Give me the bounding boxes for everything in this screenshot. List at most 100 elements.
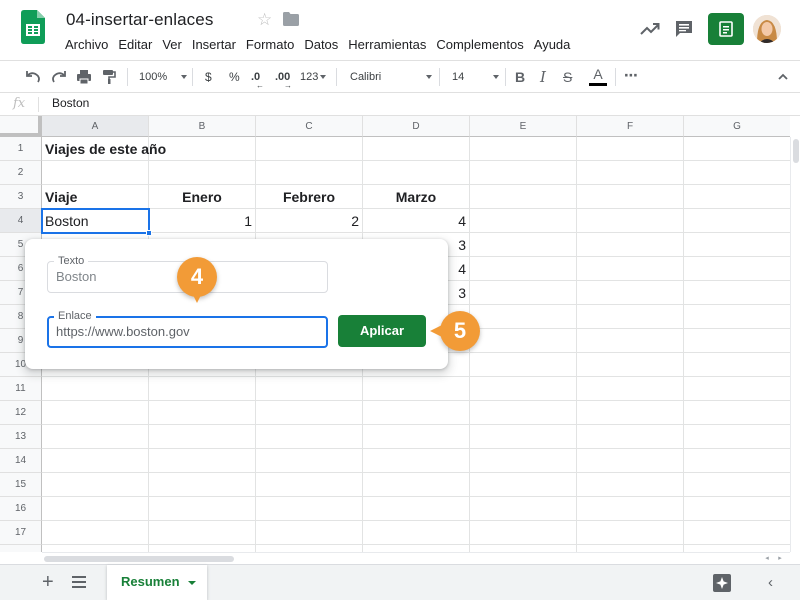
document-title[interactable]: 04-insertar-enlaces	[66, 10, 213, 30]
grid-cell[interactable]	[577, 353, 684, 377]
menu-formato[interactable]: Formato	[246, 37, 294, 52]
grid-cell[interactable]	[470, 329, 577, 353]
row-header-3[interactable]: 3	[0, 185, 42, 209]
grid-cell[interactable]	[470, 545, 577, 552]
grid-cell[interactable]	[470, 209, 577, 233]
grid-cell[interactable]	[42, 545, 149, 552]
sheet-tab-resumen[interactable]: Resumen	[107, 565, 207, 600]
grid-cell[interactable]	[256, 425, 363, 449]
side-panel-toggle-icon[interactable]: ‹	[768, 575, 773, 591]
grid-cell[interactable]	[577, 449, 684, 473]
grid-cell[interactable]	[470, 161, 577, 185]
chevron-down-icon[interactable]	[187, 580, 196, 585]
grid-cell[interactable]	[42, 161, 149, 185]
grid-cell[interactable]	[42, 401, 149, 425]
menu-ayuda[interactable]: Ayuda	[534, 37, 571, 52]
cell-a4[interactable]: Boston	[42, 209, 149, 233]
grid-cell[interactable]	[256, 521, 363, 545]
grid-cell[interactable]	[149, 161, 256, 185]
grid-cell[interactable]	[256, 449, 363, 473]
grid-cell[interactable]	[149, 545, 256, 552]
grid-cell[interactable]	[684, 377, 790, 401]
grid-cell[interactable]	[42, 521, 149, 545]
undo-icon[interactable]	[25, 69, 41, 85]
cell-b3[interactable]: Enero	[149, 185, 256, 209]
grid-cell[interactable]	[363, 377, 470, 401]
italic-icon[interactable]: I	[540, 69, 546, 85]
grid-cell[interactable]	[684, 209, 790, 233]
link-field[interactable]: Enlace https://www.boston.gov	[47, 309, 328, 348]
column-header-g[interactable]: G	[684, 116, 790, 137]
grid-cell[interactable]	[684, 305, 790, 329]
grid-cell[interactable]	[470, 185, 577, 209]
grid-cell[interactable]	[363, 401, 470, 425]
grid-cell[interactable]	[363, 137, 470, 161]
grid-cell[interactable]	[256, 377, 363, 401]
row-header-13[interactable]: 13	[0, 425, 42, 449]
bold-icon[interactable]: B	[515, 69, 525, 85]
comment-icon[interactable]	[675, 20, 693, 38]
menu-complementos[interactable]: Complementos	[436, 37, 523, 52]
horizontal-scroll-thumb[interactable]	[44, 556, 234, 562]
grid-cell[interactable]	[577, 401, 684, 425]
star-icon[interactable]: ☆	[257, 10, 272, 30]
scroll-right-icon[interactable]: ▸	[775, 554, 785, 564]
share-button[interactable]	[708, 13, 744, 45]
row-header-15[interactable]: 15	[0, 473, 42, 497]
grid-cell[interactable]	[470, 377, 577, 401]
trending-icon[interactable]	[640, 22, 660, 36]
fill-handle[interactable]	[146, 230, 152, 236]
grid-cell[interactable]	[577, 545, 684, 552]
grid-cell[interactable]	[577, 257, 684, 281]
cell-b4[interactable]: 1	[149, 209, 256, 233]
grid-cell[interactable]	[470, 449, 577, 473]
sheets-logo-icon[interactable]	[21, 10, 45, 44]
grid-cell[interactable]	[577, 473, 684, 497]
column-header-c[interactable]: C	[256, 116, 363, 137]
grid-cell[interactable]	[577, 521, 684, 545]
cell-d4[interactable]: 4	[363, 209, 470, 233]
apply-button[interactable]: Aplicar	[338, 315, 426, 347]
row-header-1[interactable]: 1	[0, 137, 42, 161]
row-header-16[interactable]: 16	[0, 497, 42, 521]
grid-cell[interactable]	[42, 425, 149, 449]
font-select[interactable]: Calibri	[350, 69, 432, 85]
grid-cell[interactable]	[363, 497, 470, 521]
grid-cell[interactable]	[470, 353, 577, 377]
paint-format-icon[interactable]	[101, 69, 117, 85]
folder-icon[interactable]	[283, 12, 299, 26]
grid-cell[interactable]	[577, 305, 684, 329]
row-header-12[interactable]: 12	[0, 401, 42, 425]
cell-a3[interactable]: Viaje	[42, 185, 149, 209]
grid-cell[interactable]	[363, 425, 470, 449]
grid-cell[interactable]	[256, 401, 363, 425]
grid-cell[interactable]	[470, 473, 577, 497]
decrease-decimals-button[interactable]: .0 ←	[251, 69, 264, 90]
grid-cell[interactable]	[256, 545, 363, 552]
grid-cell[interactable]	[149, 401, 256, 425]
grid-cell[interactable]	[684, 497, 790, 521]
horizontal-scrollbar[interactable]: ◂ ▸	[42, 552, 790, 564]
collapse-toolbar-icon[interactable]	[777, 69, 789, 85]
grid-cell[interactable]	[363, 521, 470, 545]
grid-cell[interactable]	[684, 353, 790, 377]
cell-c3[interactable]: Febrero	[256, 185, 363, 209]
grid-cell[interactable]	[256, 497, 363, 521]
grid-cell[interactable]	[42, 497, 149, 521]
add-sheet-icon[interactable]: +	[42, 570, 54, 594]
grid-cell[interactable]	[684, 449, 790, 473]
row-header-17[interactable]: 17	[0, 521, 42, 545]
grid-cell[interactable]	[577, 377, 684, 401]
row-header-11[interactable]: 11	[0, 377, 42, 401]
more-options-icon[interactable]: ⋯	[624, 67, 638, 83]
grid-cell[interactable]	[684, 233, 790, 257]
redo-icon[interactable]	[51, 69, 67, 85]
currency-format-button[interactable]: $	[205, 69, 212, 85]
grid-cell[interactable]	[149, 497, 256, 521]
column-header-d[interactable]: D	[363, 116, 470, 137]
grid-cell[interactable]	[470, 281, 577, 305]
grid-cell[interactable]	[42, 449, 149, 473]
grid-cell[interactable]	[470, 425, 577, 449]
grid-cell[interactable]	[577, 233, 684, 257]
row-header-4[interactable]: 4	[0, 209, 42, 233]
